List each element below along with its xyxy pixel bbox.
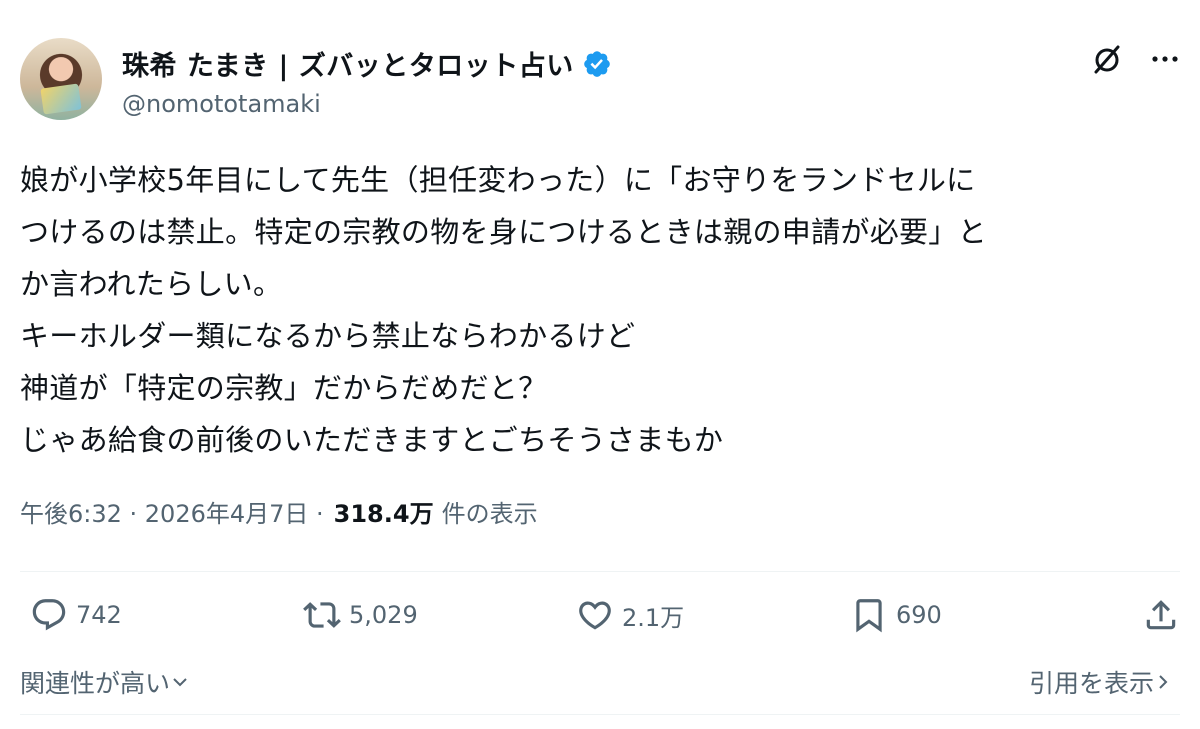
repost-arrows-icon: [303, 602, 341, 628]
header-actions: [1090, 42, 1180, 76]
views-count: 318.4万: [333, 500, 434, 528]
post-text-line: か言われたらしい。: [20, 267, 283, 301]
post-text-line: 神道が「特定の宗教」だからだめだと？: [20, 371, 548, 405]
bookmark-icon: [856, 599, 882, 633]
post-header: 珠希 たまき | ズバッとタロット占い @nomototamaki: [20, 38, 1180, 122]
sort-label: 関連性が高い: [20, 669, 171, 698]
post-text-line: じゃあ給食の前後のいただきますとごちそうさまもか: [20, 423, 724, 457]
quotes-label: 引用を表示: [1028, 669, 1154, 698]
more-dots-icon[interactable]: [1150, 44, 1180, 74]
reply-bubble-icon: [32, 599, 66, 631]
share-upload-icon: [1146, 600, 1176, 630]
chevron-down-icon: [173, 678, 187, 687]
view-quotes-link[interactable]: 引用を表示: [1029, 664, 1172, 700]
action-bar: 742 5,029 2.1万 690: [20, 596, 1180, 646]
repost-button[interactable]: 5,029: [303, 596, 418, 634]
author-display-name[interactable]: 珠希 たまき | ズバッとタロット占い: [122, 44, 574, 83]
share-button[interactable]: [1142, 596, 1180, 634]
like-button[interactable]: 2.1万: [576, 596, 684, 634]
repost-count: 5,029: [349, 601, 418, 629]
verified-badge-icon: [583, 50, 610, 77]
reply-count: 742: [76, 601, 122, 629]
author-name-row: 珠希 たまき | ズバッとタロット占い: [122, 44, 612, 83]
post-text-line: 娘が小学校5年目にして先生（担任変わった）に「お守りをランドセルに: [20, 163, 976, 197]
author-handle[interactable]: @nomototamaki: [122, 90, 321, 118]
avatar[interactable]: [20, 38, 102, 120]
slash-circle-icon[interactable]: [1090, 42, 1124, 76]
reply-button[interactable]: 742: [30, 596, 122, 634]
sort-replies-dropdown[interactable]: 関連性が高い: [20, 664, 190, 700]
post-text-line: キーホルダー類になるから禁止ならわかるけど: [20, 319, 636, 353]
like-count: 2.1万: [622, 603, 685, 632]
heart-icon: [579, 601, 611, 630]
post-text: 娘が小学校5年目にして先生（担任変わった）に「お守りをランドセルに つけるのは禁…: [20, 154, 1180, 466]
chevron-right-icon: [1159, 675, 1168, 689]
divider: [20, 571, 1180, 572]
views-label: 件の表示: [441, 500, 538, 528]
post-meta: 午後6:32 · 2026年4月7日 · 318.4万 件の表示: [20, 494, 538, 529]
post-text-line: つけるのは禁止。特定の宗教の物を身につけるときは親の申請が必要」と: [20, 215, 987, 249]
post-timestamp[interactable]: 午後6:32 · 2026年4月7日 ·: [20, 494, 324, 529]
divider: [20, 714, 1180, 715]
bookmark-count: 690: [896, 601, 942, 629]
bookmark-button[interactable]: 690: [850, 596, 942, 634]
